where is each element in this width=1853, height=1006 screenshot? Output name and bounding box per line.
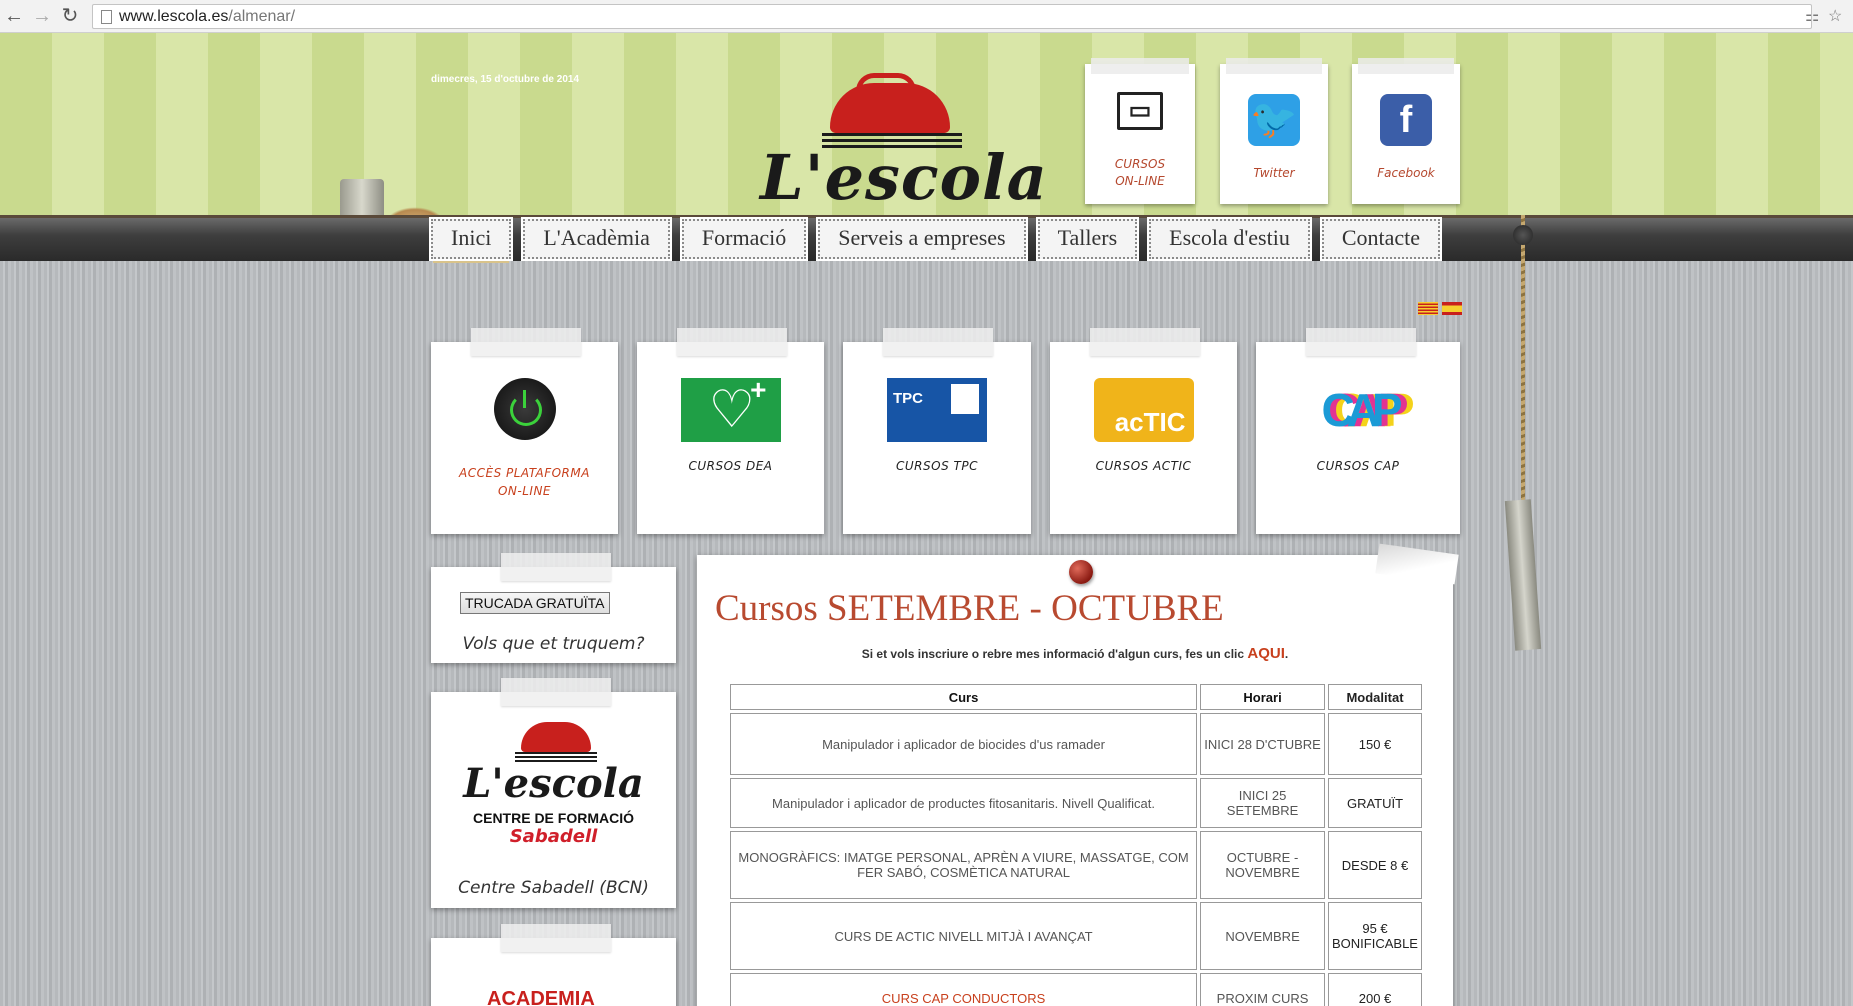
table-row: MONOGRÀFICS: IMATGE PERSONAL, APRÈN A VI… — [730, 831, 1422, 899]
table-row: Manipulador i aplicador de biocides d'us… — [730, 713, 1422, 775]
address-bar[interactable]: www.lescola.es/almenar/ — [92, 4, 1812, 29]
page-title: Cursos SETEMBRE - OCTUBRE — [715, 588, 1224, 629]
column-header-horari: Horari — [1200, 684, 1326, 710]
twitter-link[interactable]: 🐦 Twitter — [1220, 58, 1328, 204]
table-row: CURS DE ACTIC NIVELL MITJÀ I AVANÇAT NOV… — [730, 902, 1422, 970]
iron-icon — [521, 722, 591, 752]
tpc-icon: TPC — [887, 378, 987, 442]
facebook-icon: f — [1380, 94, 1432, 146]
courses-table: Curs Horari Modalitat Manipulador i apli… — [727, 681, 1425, 1006]
call-me-card: Vols que et truquem? — [431, 553, 676, 663]
facebook-link[interactable]: f Facebook — [1352, 58, 1460, 204]
forward-icon[interactable]: → — [30, 4, 54, 28]
column-header-modalitat: Modalitat — [1328, 684, 1422, 710]
sabadell-center-card[interactable]: L'escola CENTRE DE FORMACIÓ Sabadell Cen… — [431, 678, 676, 908]
cap-icon: CAP — [1321, 384, 1402, 436]
card-cursos-tpc[interactable]: TPC CURSOS TPC — [843, 328, 1031, 534]
aqui-link[interactable]: AQUI — [1247, 645, 1285, 662]
rope-decoration — [1521, 215, 1525, 525]
pushpin-icon — [1069, 560, 1093, 584]
translate-icon[interactable]: ⚏ — [1805, 6, 1819, 26]
back-icon[interactable]: ← — [2, 4, 26, 28]
star-icon[interactable]: ☆ — [1828, 6, 1842, 26]
current-date: dimecres, 15 d'octubre de 2014 — [431, 74, 580, 85]
card-acces-plataforma[interactable]: ACCÈS PLATAFORMA ON-LINE — [431, 328, 618, 534]
logo-text: L'escola — [760, 141, 1048, 214]
site-logo[interactable]: L'escola — [760, 73, 1048, 218]
browser-toolbar: ← → ↻ www.lescola.es/almenar/ ⚏ ☆ — [0, 0, 1853, 33]
spanish-flag-icon[interactable] — [1442, 302, 1462, 315]
column-header-curs: Curs — [730, 684, 1198, 710]
course-link[interactable]: CURS CAP CONDUCTORS — [730, 973, 1198, 1006]
menu-item-contacte[interactable]: Contacte — [1319, 217, 1443, 261]
twitter-icon: 🐦 — [1248, 94, 1300, 146]
menu-item-tallers[interactable]: Tallers — [1035, 217, 1140, 261]
card-cursos-actic[interactable]: acTIC CURSOS ACTIC — [1050, 328, 1237, 534]
catalan-flag-icon[interactable] — [1418, 302, 1438, 315]
main-menu: Inici L'Acadèmia Formació Serveis a empr… — [428, 217, 1443, 261]
free-call-button[interactable]: TRUCADA GRATUÏTA — [460, 592, 610, 614]
academia-logo: ACADEMIA — [487, 988, 595, 1006]
cursos-online-link[interactable]: ▭ CURSOS ON-LINE — [1085, 58, 1195, 204]
table-row: Manipulador i aplicador de productes fit… — [730, 778, 1422, 828]
card-cursos-cap[interactable]: CAP CURSOS CAP — [1256, 328, 1460, 534]
actic-icon: acTIC — [1093, 378, 1194, 442]
menu-item-serveis[interactable]: Serveis a empreses — [816, 217, 1028, 261]
url-text: www.lescola.es/almenar/ — [119, 8, 296, 25]
dea-icon — [680, 374, 781, 442]
language-switcher — [1418, 302, 1462, 315]
power-icon — [493, 378, 556, 440]
menu-item-formacio[interactable]: Formació — [679, 217, 809, 261]
menu-item-academia[interactable]: L'Acadèmia — [521, 217, 672, 261]
intro-text: Si et vols inscriure o rebre mes informa… — [861, 645, 1289, 662]
courses-panel: Cursos SETEMBRE - OCTUBRE Si et vols ins… — [697, 543, 1459, 1006]
academia-card[interactable]: ACADEMIA — [431, 924, 676, 1006]
page-icon — [101, 10, 112, 24]
presentation-icon: ▭ — [1117, 92, 1163, 130]
menu-item-escola-estiu[interactable]: Escola d'estiu — [1147, 217, 1312, 261]
card-cursos-dea[interactable]: CURSOS DEA — [637, 328, 824, 534]
menu-item-inici[interactable]: Inici — [428, 217, 514, 261]
table-row: CURS CAP CONDUCTORS PROXIM CURS 200 € — [730, 973, 1422, 1006]
reload-icon[interactable]: ↻ — [58, 4, 82, 28]
